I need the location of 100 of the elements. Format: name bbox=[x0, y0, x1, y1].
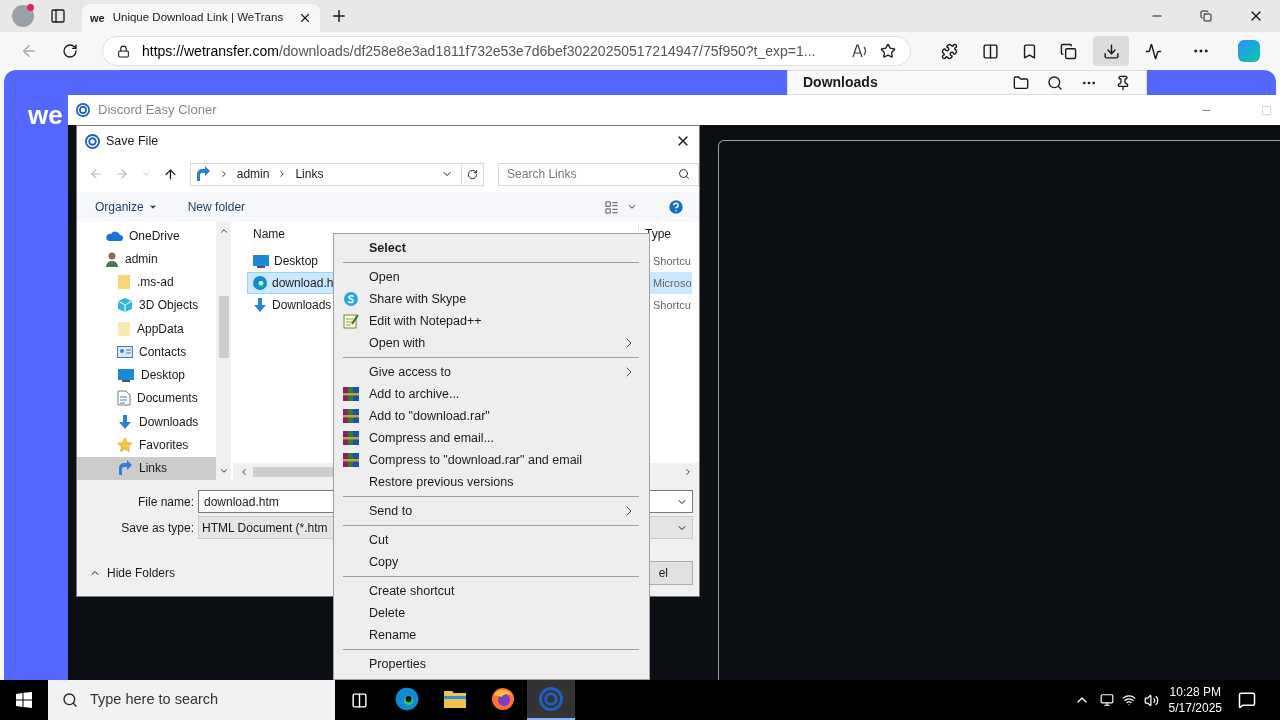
tree-item[interactable]: Links bbox=[77, 456, 216, 480]
scroll-right-icon bbox=[683, 466, 693, 477]
tree-item[interactable]: 3D Objects bbox=[77, 293, 216, 318]
device-icon[interactable] bbox=[1099, 693, 1114, 707]
menu-item[interactable]: Restore previous versions bbox=[334, 471, 649, 493]
dropdown-icon[interactable] bbox=[627, 202, 637, 212]
toolbar-button[interactable]: Organize bbox=[95, 198, 158, 216]
extensions-icon[interactable] bbox=[941, 42, 959, 60]
browser-tab[interactable]: we Unique Download Link | WeTrans bbox=[82, 4, 320, 32]
restore-icon[interactable] bbox=[1200, 10, 1212, 22]
desktop-icon bbox=[252, 254, 270, 268]
up-icon[interactable] bbox=[162, 166, 178, 182]
profile-avatar[interactable] bbox=[12, 5, 34, 27]
pin-icon[interactable] bbox=[1115, 74, 1131, 91]
scroll-up-icon bbox=[218, 226, 229, 236]
archive-books-icon bbox=[343, 430, 359, 446]
contact-card-icon bbox=[117, 344, 133, 359]
address-bar[interactable]: https://wetransfer.com/downloads/df258e8e3ad1811f732e53e7d6bef30220250517214947/75f950?t_exp=1... bbox=[101, 36, 912, 66]
notifications-icon[interactable] bbox=[1238, 691, 1256, 709]
hide-folders-button[interactable]: Hide Folders bbox=[89, 564, 176, 582]
tree-item[interactable]: Downloads bbox=[77, 410, 216, 434]
scrollbar-thumb[interactable] bbox=[218, 296, 229, 358]
close-tab-icon[interactable] bbox=[298, 11, 312, 25]
taskbar-app[interactable] bbox=[527, 680, 575, 720]
menu-item[interactable]: Send to bbox=[334, 500, 649, 522]
spiral-icon bbox=[539, 687, 563, 711]
breadcrumb-item[interactable]: Links bbox=[295, 165, 324, 183]
performance-icon[interactable] bbox=[1145, 42, 1163, 60]
scroll-left-icon bbox=[239, 466, 249, 477]
read-aloud-icon[interactable] bbox=[852, 44, 869, 58]
search-icon bbox=[62, 692, 78, 708]
download-arrow-icon bbox=[252, 297, 268, 313]
windows-logo-icon bbox=[16, 692, 32, 708]
lock-icon bbox=[116, 44, 130, 58]
archive-books-icon bbox=[343, 408, 359, 424]
tree-item[interactable]: Documents bbox=[77, 386, 216, 411]
refresh-icon[interactable] bbox=[62, 43, 78, 59]
menu-item[interactable]: Cut bbox=[334, 529, 649, 551]
menu-item[interactable]: Open with bbox=[334, 332, 649, 354]
table-cell: Microso bbox=[650, 272, 692, 294]
address-field[interactable]: admin Links bbox=[189, 162, 485, 186]
task-view-icon bbox=[350, 691, 368, 709]
collections-icon[interactable] bbox=[1060, 42, 1078, 60]
tree-item[interactable]: Favorites bbox=[77, 433, 216, 457]
tab-actions-icon[interactable] bbox=[50, 8, 66, 24]
cube-icon bbox=[117, 297, 133, 314]
menu-item[interactable]: Rename bbox=[334, 624, 649, 646]
field-label: File name: bbox=[136, 493, 195, 511]
network-icon[interactable] bbox=[1121, 693, 1136, 707]
downloads-title: Downloads bbox=[803, 73, 879, 92]
breadcrumb-item[interactable]: admin bbox=[236, 165, 270, 183]
vertical-scrollbar[interactable] bbox=[216, 222, 231, 480]
toolbar-button[interactable]: New folder bbox=[187, 198, 246, 216]
view-options-icon[interactable] bbox=[604, 199, 619, 215]
menu-item[interactable]: Compress to "download.rar" and email bbox=[334, 449, 649, 471]
cloud-icon bbox=[105, 229, 123, 242]
archive-books-icon bbox=[343, 452, 359, 468]
search-icon[interactable] bbox=[1047, 74, 1063, 91]
window-title: Discord Easy Cloner bbox=[98, 101, 218, 120]
field-label: Save as type: bbox=[120, 519, 195, 537]
menu-item[interactable]: Add to archive... bbox=[334, 383, 649, 405]
spiral-icon bbox=[85, 133, 100, 149]
favorite-icon[interactable] bbox=[880, 43, 897, 59]
split-screen-icon[interactable] bbox=[982, 42, 1000, 60]
tree-item[interactable]: Desktop bbox=[77, 363, 216, 387]
menu-item[interactable]: Give access to bbox=[334, 361, 649, 383]
document-icon bbox=[117, 390, 131, 407]
scrollbar-thumb[interactable] bbox=[253, 466, 333, 477]
download-icon bbox=[1102, 42, 1120, 60]
tree-item[interactable]: AppData bbox=[77, 317, 216, 341]
tab-title: Unique Download Link | WeTrans bbox=[112, 10, 285, 26]
clock[interactable]: 10:28 PM 5/17/2025 bbox=[1168, 684, 1222, 716]
skype-icon bbox=[343, 291, 359, 307]
taskbar-search-field[interactable]: Type here to search bbox=[48, 680, 335, 720]
table-cell-text: Shortcu bbox=[652, 297, 691, 313]
user-icon bbox=[105, 250, 119, 267]
menu-item[interactable]: Properties bbox=[334, 653, 649, 675]
volume-icon[interactable] bbox=[1143, 692, 1159, 708]
new-tab-icon[interactable] bbox=[330, 7, 348, 25]
menu-item[interactable]: Delete bbox=[334, 602, 649, 624]
search-icon bbox=[678, 168, 690, 180]
dialog-title: Save File bbox=[106, 132, 160, 150]
folder-icon bbox=[117, 320, 131, 337]
menu-item[interactable]: Compress and email... bbox=[334, 427, 649, 449]
tree-item[interactable]: OneDrive bbox=[77, 224, 216, 248]
table-cell-text: Shortcu bbox=[652, 253, 691, 269]
search-field[interactable]: Search Links bbox=[498, 162, 699, 186]
menu-item[interactable]: Add to "download.rar" bbox=[334, 405, 649, 427]
help-icon[interactable] bbox=[667, 198, 685, 216]
spiral-icon bbox=[76, 103, 90, 117]
folder-icon bbox=[117, 274, 131, 291]
scroll-down-icon bbox=[218, 466, 229, 476]
downloads-button[interactable] bbox=[1093, 36, 1130, 66]
tree-item[interactable]: .ms-ad bbox=[77, 270, 216, 294]
menu-item[interactable]: Edit with Notepad++ bbox=[334, 310, 649, 332]
url-text: https://wetransfer.com/downloads/df258e8e3ad1811f732e53e7d6bef30220250517214947/75f950?t_exp=1... bbox=[141, 41, 817, 61]
tree-item[interactable]: admin bbox=[77, 247, 216, 271]
tree-item[interactable]: Contacts bbox=[77, 340, 216, 364]
open-folder-icon[interactable] bbox=[1013, 74, 1029, 91]
desktop-icon bbox=[117, 368, 135, 383]
